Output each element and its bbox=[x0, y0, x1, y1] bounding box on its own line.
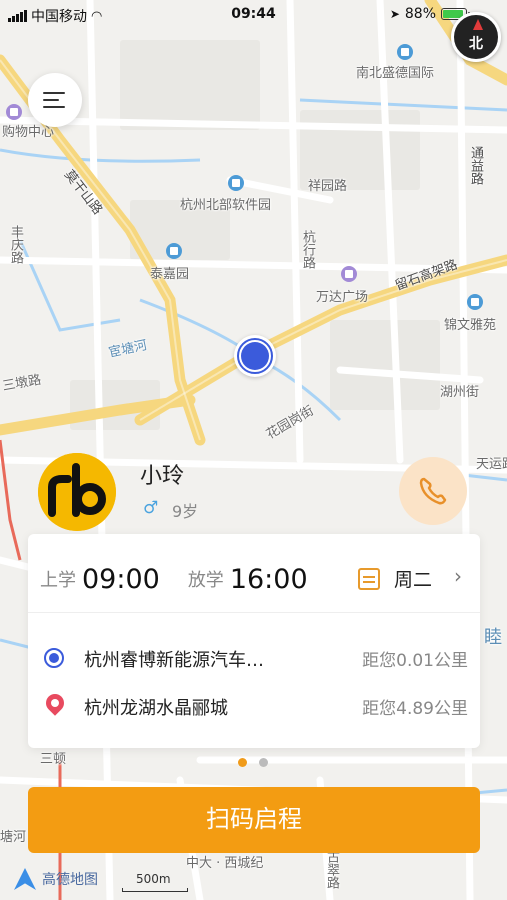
poi-icon bbox=[6, 104, 22, 120]
weekday: 周二 bbox=[394, 569, 433, 591]
poi-icon bbox=[341, 266, 357, 282]
pager-dot[interactable] bbox=[238, 758, 247, 767]
map-label: 塘河 bbox=[0, 830, 27, 845]
map-label: 湖州街 bbox=[440, 385, 480, 400]
poi-icon bbox=[228, 175, 244, 191]
destination-address[interactable]: 杭州龙湖水晶郦城 距您4.89公里 bbox=[42, 690, 468, 720]
destination-name: 杭州龙湖水晶郦城 bbox=[84, 698, 228, 719]
gender-male-icon: ♂ bbox=[143, 498, 159, 518]
map-provider-name: 高德地图 bbox=[42, 872, 98, 888]
map-label: 睦 bbox=[484, 627, 502, 648]
map-label: 通益路 bbox=[468, 146, 483, 185]
current-location-marker bbox=[234, 335, 276, 377]
menu-button[interactable] bbox=[28, 73, 82, 127]
map-label: 祥园路 bbox=[308, 179, 348, 194]
origin-dot-icon bbox=[44, 648, 64, 668]
status-right: ➤ 88% bbox=[389, 6, 470, 22]
map-label: 杭州北部软件园 bbox=[180, 198, 272, 213]
origin-name: 杭州睿博新能源汽车… bbox=[84, 650, 264, 671]
destination-distance: 距您4.89公里 bbox=[362, 699, 468, 719]
map-label: 三顿 bbox=[40, 752, 67, 767]
poi-icon bbox=[397, 44, 413, 60]
calendar-icon bbox=[358, 568, 380, 590]
map-label: 丰庆路 bbox=[8, 225, 23, 264]
menu-icon bbox=[43, 106, 65, 108]
card-pager bbox=[238, 758, 268, 767]
map-label: 天运路 bbox=[476, 457, 507, 472]
destination-pin-icon bbox=[42, 690, 68, 716]
chevron-right-icon: › bbox=[454, 564, 462, 588]
student-name: 小玲 bbox=[140, 464, 185, 489]
map-label: 万达广场 bbox=[316, 290, 369, 305]
poi-icon bbox=[467, 294, 483, 310]
map-label: 锦文雅苑 bbox=[444, 318, 497, 333]
status-bar: 中国移动 ◠ 09:44 ➤ 88% bbox=[0, 0, 507, 30]
student-age: 9岁 bbox=[172, 502, 199, 521]
origin-address[interactable]: 杭州睿博新能源汽车… 距您0.01公里 bbox=[42, 642, 468, 672]
map-provider-logo: 高德地图 bbox=[14, 868, 98, 890]
schedule-row[interactable]: 上学 09:00 放学 16:00 周二 › bbox=[40, 562, 468, 596]
start-time: 09:00 bbox=[82, 563, 160, 595]
origin-distance: 距您0.01公里 bbox=[362, 651, 468, 671]
pager-dot[interactable] bbox=[259, 758, 268, 767]
phone-icon bbox=[419, 477, 447, 505]
scan-start-button[interactable]: 扫码启程 bbox=[28, 787, 480, 853]
rb-logo-icon bbox=[38, 453, 116, 531]
battery-percent: 88% bbox=[404, 6, 436, 22]
map-label: 中大 · 西城纪 bbox=[186, 856, 264, 871]
compass-button[interactable]: 北 bbox=[451, 12, 501, 62]
map-label: 泰嘉园 bbox=[150, 267, 190, 282]
map-label: 杭行路 bbox=[300, 230, 315, 269]
start-label: 上学 bbox=[40, 570, 76, 591]
scale-bar bbox=[122, 888, 188, 892]
menu-icon bbox=[43, 92, 65, 94]
scale-label: 500m bbox=[136, 872, 171, 886]
call-button[interactable] bbox=[399, 457, 467, 525]
avatar bbox=[38, 453, 116, 531]
location-arrow-icon: ➤ bbox=[389, 7, 400, 21]
map-label: 南北盛德国际 bbox=[356, 66, 435, 81]
map-label: 古翠路 bbox=[324, 850, 339, 889]
divider bbox=[28, 612, 480, 613]
poi-icon bbox=[166, 243, 182, 259]
compass-north-label: 北 bbox=[469, 36, 483, 52]
end-label: 放学 bbox=[187, 570, 224, 591]
menu-icon bbox=[43, 99, 59, 101]
amap-logo-icon bbox=[14, 868, 36, 890]
compass-needle-icon bbox=[473, 19, 483, 30]
end-time: 16:00 bbox=[229, 563, 308, 595]
